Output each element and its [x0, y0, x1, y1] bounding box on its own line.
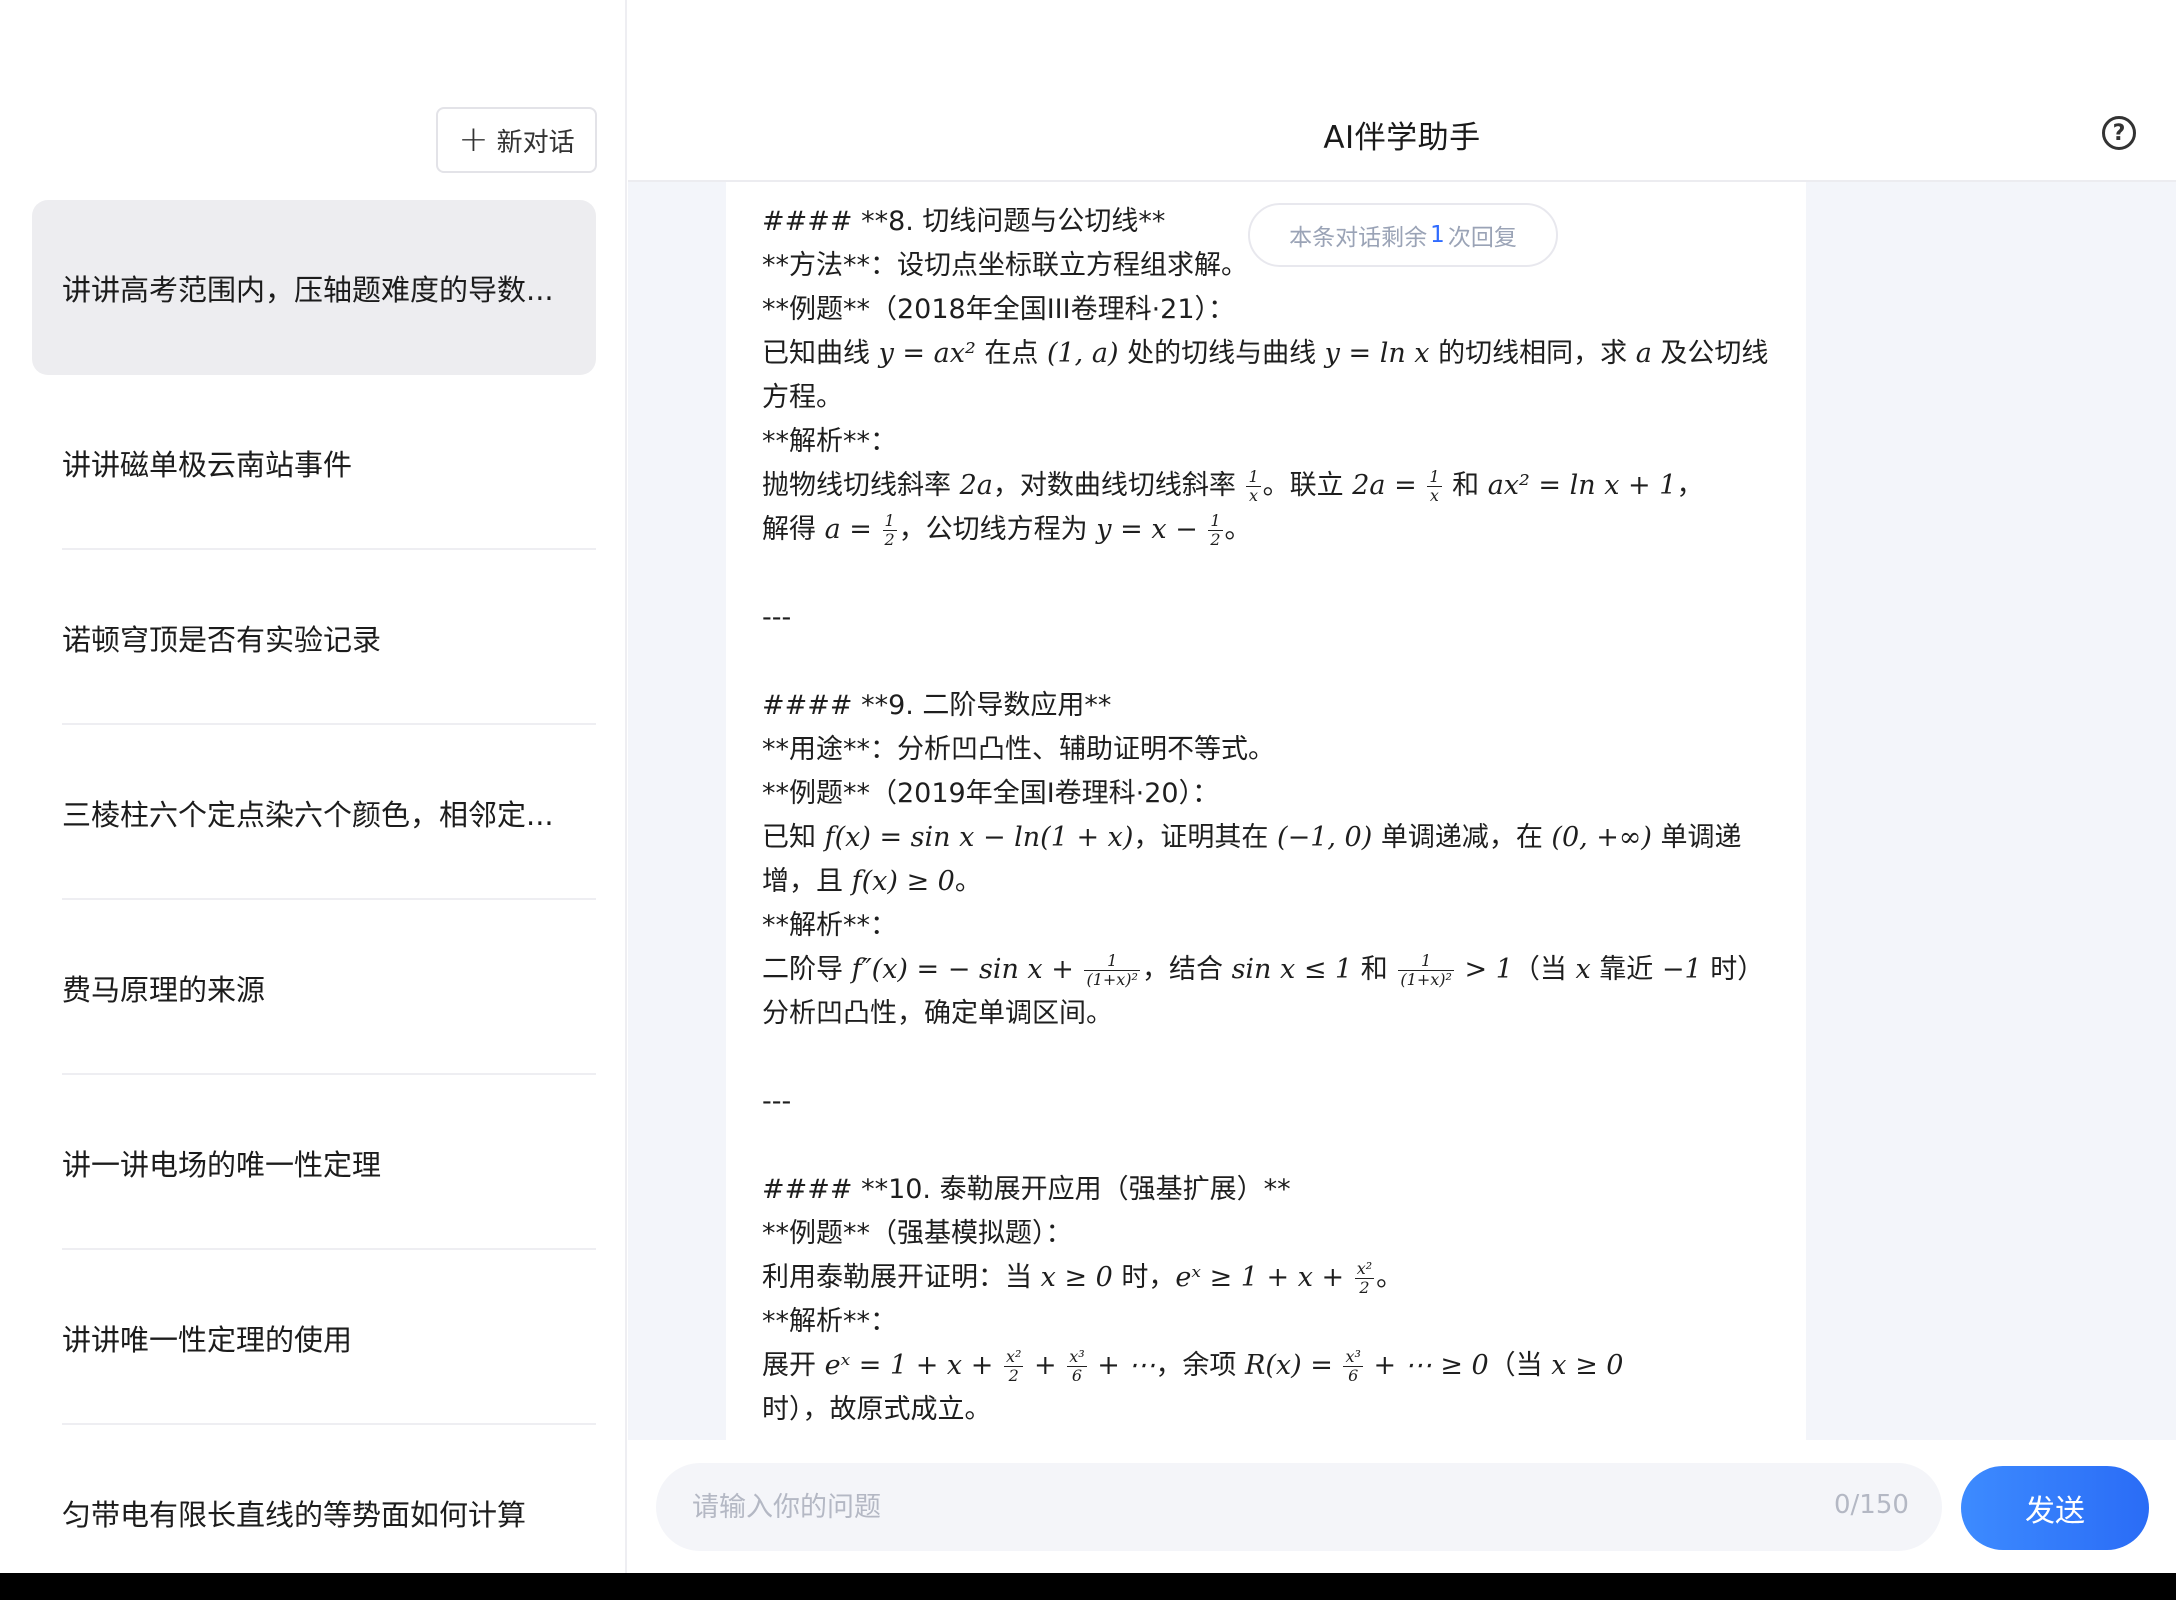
help-icon[interactable]: ? [2102, 116, 2136, 150]
message-line: **解析**： [762, 910, 897, 941]
fraction: 12 [882, 511, 897, 549]
math-expr: a [1635, 338, 1652, 369]
math-expr: 2a [959, 470, 993, 501]
math-expr: ax² = ln x + 1 [1487, 470, 1677, 501]
fraction: 1 (1+x)² [1084, 951, 1140, 989]
section-heading: #### **10. 泰勒展开应用（强基扩展）** [762, 1174, 1291, 1205]
math-expr: f(x) ≥ 0 [851, 866, 955, 897]
message-line: 已知曲线 y = ax² 在点 (1, a) 处的切线与曲线 y = ln x … [762, 338, 1769, 413]
math-expr: sin x ≤ 1 [1231, 954, 1353, 985]
math-expr: eˣ ≥ 1 + x + [1175, 1262, 1345, 1293]
fraction: x³ 6 [1067, 1347, 1087, 1385]
math-expr: > 1 [1464, 954, 1513, 985]
remaining-count: 1 [1430, 222, 1445, 248]
message-line: 抛物线切线斜率 2a，对数曲线切线斜率 1 x 。联立 2a = 1x 和 ax² … [762, 467, 1704, 505]
fraction: x² 2 [1003, 1347, 1024, 1385]
fraction: 12 [1208, 511, 1223, 549]
math-expr: x [1575, 954, 1591, 985]
math-expr: x ≥ 0 [1040, 1262, 1113, 1293]
history-item-label: 讲讲磁单极云南站事件 [62, 447, 353, 482]
math-expr: (−1, 0) [1277, 822, 1373, 853]
message-line: **用途**：分析凹凸性、辅助证明不等式。 [762, 734, 1275, 765]
math-expr: (0, +∞) [1551, 822, 1652, 853]
history-item-label: 讲讲高考范围内，压轴题难度的导数... [62, 272, 554, 307]
history-item-label: 匀带电有限长直线的等势面如何计算 [62, 1497, 527, 1532]
separator: --- [762, 1086, 792, 1117]
question-input[interactable] [656, 1463, 1942, 1551]
separator: --- [762, 602, 792, 633]
history-item[interactable]: 讲讲唯一性定理的使用 [32, 1250, 596, 1425]
sidebar: + 新对话 讲讲高考范围内，压轴题难度的导数... 讲讲磁单极云南站事件 诺顿穹… [0, 0, 627, 1600]
header: AI伴学助手 [628, 82, 2176, 182]
message-line: **解析**： [762, 426, 897, 457]
math-expr: 2a = [1352, 470, 1417, 501]
section-heading: #### **9. 二阶导数应用** [762, 690, 1112, 721]
message-line: 时），故原式成立。 [762, 1394, 992, 1425]
math-expr: f(x) = sin x − ln(1 + x) [824, 822, 1134, 853]
fraction: 1x [1246, 467, 1261, 505]
history-item-label: 讲讲唯一性定理的使用 [62, 1322, 353, 1357]
math-expr: a = [824, 514, 872, 545]
message-content: #### **8. 切线问题与公切线** **方法**：设切点坐标联立方程组求解… [762, 200, 1772, 1432]
remaining-replies-badge: 本条对话剩余 1 次回复 [1248, 203, 1558, 267]
history-item[interactable]: 讲讲高考范围内，压轴题难度的导数... [32, 200, 596, 375]
message-line: 展开 eˣ = 1 + x + x² 2 + x³ 6 + ⋯，余项 R(x) = … [762, 1347, 1624, 1385]
math-expr: x ≥ 0 [1551, 1350, 1624, 1381]
message-line: **例题**（2019年全国I卷理科·20）： [762, 778, 1220, 809]
history-item[interactable]: 诺顿穹顶是否有实验记录 [32, 550, 596, 725]
history-item-label: 讲一讲电场的唯一性定理 [62, 1147, 382, 1182]
plus-icon: + [458, 119, 489, 160]
history-item[interactable]: 讲讲磁单极云南站事件 [32, 375, 596, 550]
math-expr: y = ln x [1324, 338, 1430, 369]
bottom-bar [0, 1573, 2176, 1600]
fraction: 1x [1427, 467, 1442, 505]
page-title: AI伴学助手 [1323, 120, 1481, 156]
math-expr: eˣ = 1 + x + [824, 1350, 994, 1381]
math-expr: y = x − [1096, 514, 1198, 545]
math-expr: R(x) = [1245, 1350, 1333, 1381]
math-expr: (1, a) [1046, 338, 1119, 369]
char-counter: 0/150 [1834, 1490, 1909, 1520]
fraction: x² 2 [1354, 1259, 1375, 1297]
send-button[interactable]: 发送 [1961, 1466, 2149, 1550]
message-line: **例题**（2018年全国III卷理科·21）： [762, 294, 1236, 325]
message-line: **解析**： [762, 1306, 897, 1337]
history-item[interactable]: 费马原理的来源 [32, 900, 596, 1075]
new-chat-label: 新对话 [496, 127, 575, 158]
math-expr: y = ax² [878, 338, 976, 369]
history-item[interactable]: 三棱柱六个定点染六个颜色，相邻定... [32, 725, 596, 900]
assistant-message: #### **8. 切线问题与公切线** **方法**：设切点坐标联立方程组求解… [726, 182, 1806, 1440]
message-line: 二阶导 f″(x) = − sin x + 1 (1+x)² ，结合 sin x ≤… [762, 951, 1765, 1030]
math-expr: f″(x) = − sin x + [851, 954, 1074, 985]
message-line: 利用泰勒展开证明：当 x ≥ 0 时，eˣ ≥ 1 + x + x² 2。 [762, 1259, 1404, 1297]
chat-area[interactable]: #### **8. 切线问题与公切线** **方法**：设切点坐标联立方程组求解… [628, 182, 2176, 1440]
fraction: x³ 6 [1343, 1347, 1363, 1385]
conversation-history-list: 讲讲高考范围内，压轴题难度的导数... 讲讲磁单极云南站事件 诺顿穹顶是否有实验… [32, 200, 596, 1600]
message-line: 已知 f(x) = sin x − ln(1 + x)，证明其在 (−1, 0)… [762, 822, 1742, 897]
new-chat-button[interactable]: + 新对话 [436, 107, 597, 173]
message-line: 解得 a = 1 2 ，公切线方程为 y = x − 1 2。 [762, 511, 1252, 549]
history-item-label: 诺顿穹顶是否有实验记录 [62, 622, 382, 657]
message-line: **例题**（强基模拟题）： [762, 1218, 1073, 1249]
history-item[interactable]: 讲一讲电场的唯一性定理 [32, 1075, 596, 1250]
history-item-label: 三棱柱六个定点染六个颜色，相邻定... [62, 797, 554, 832]
fraction: 1 (1+x)² [1398, 951, 1454, 989]
math-expr: −1 [1661, 954, 1702, 985]
history-item-label: 费马原理的来源 [62, 972, 266, 1007]
